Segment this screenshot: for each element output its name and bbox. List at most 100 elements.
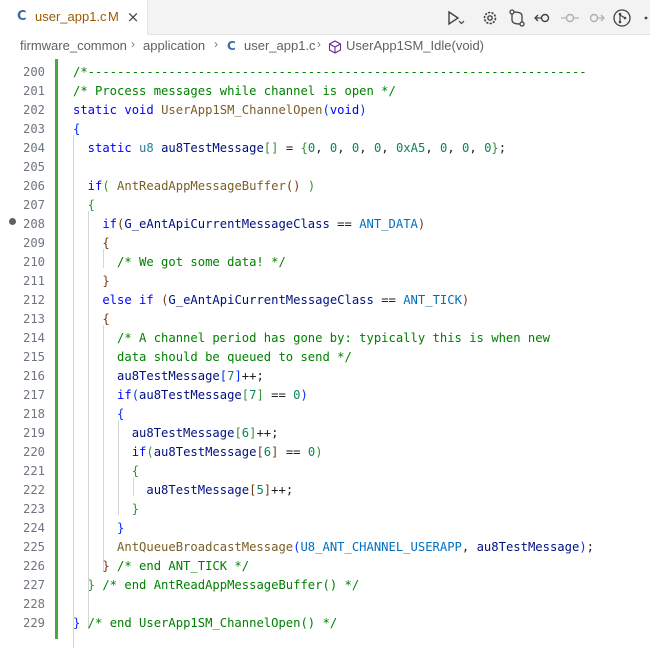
code-line[interactable]: 225 AntQueueBroadcastMessage(U8_ANT_CHAN… (0, 538, 650, 557)
code-token: au8TestMessage (73, 369, 220, 383)
code-token: au8TestMessage (73, 426, 235, 440)
modified-indicator: M (108, 9, 119, 24)
code-line[interactable]: 228 (0, 595, 650, 614)
code-line[interactable]: 227 } /* end AntReadAppMessageBuffer() *… (0, 576, 650, 595)
line-number: 215 (22, 350, 45, 364)
code-token: , (425, 141, 441, 155)
code-token: 0xA5 (395, 141, 426, 155)
code-token: } (73, 559, 110, 573)
line-number: 226 (22, 559, 45, 573)
breadcrumb-item-file[interactable]: user_app1.c (244, 38, 316, 53)
code-token: void (329, 103, 360, 117)
code-token: ] (256, 388, 264, 402)
code-line[interactable]: 223 } (0, 500, 650, 519)
code-token: ANT_TICK (403, 293, 462, 307)
code-text: { (73, 407, 124, 421)
code-line[interactable]: 210 /* We got some data! */ (0, 253, 650, 272)
code-token: if (73, 388, 132, 402)
code-token: ) (461, 293, 470, 307)
tab-user-app1-c[interactable]: C user_app1.c M × (0, 0, 148, 35)
code-token: ( (322, 103, 330, 117)
line-number: 214 (22, 331, 45, 345)
code-line[interactable]: 208 if(G_eAntApiCurrentMessageClass == A… (0, 215, 650, 234)
go-forward-icon[interactable] (586, 8, 606, 28)
code-token: G_eAntApiCurrentMessageClass (168, 293, 374, 307)
code-text: } (73, 521, 124, 535)
code-line[interactable]: 221 { (0, 462, 650, 481)
line-number: 209 (22, 236, 45, 250)
code-line[interactable]: 206 if( AntReadAppMessageBuffer() ) (0, 177, 650, 196)
code-token: [ (219, 369, 228, 383)
code-token: void (124, 103, 162, 117)
go-back-icon[interactable] (533, 8, 553, 28)
code-text: /* Process messages while channel is ope… (73, 84, 396, 98)
line-number: 221 (22, 464, 45, 478)
line-number: 229 (22, 616, 45, 630)
line-number: 210 (22, 255, 45, 269)
code-token: ++; (256, 426, 279, 440)
code-line[interactable]: 200 /*-----------------------------------… (0, 63, 650, 82)
line-number: 220 (22, 445, 45, 459)
code-token: } (73, 578, 96, 592)
code-text: au8TestMessage[6]++; (73, 426, 279, 440)
line-number: 223 (22, 502, 45, 516)
code-line[interactable]: 217 if(au8TestMessage[7] == 0) (0, 386, 650, 405)
source-control-icon[interactable] (507, 8, 527, 28)
code-text: /* A channel period has gone by: typical… (73, 331, 550, 345)
code-token: , (469, 141, 485, 155)
code-line[interactable]: 222 au8TestMessage[5]++; (0, 481, 650, 500)
code-line[interactable]: 201 /* Process messages while channel is … (0, 82, 650, 101)
line-number: 202 (22, 103, 45, 117)
code-token: == (278, 445, 308, 459)
breadcrumb: firmware_common › application › C user_a… (0, 35, 650, 59)
line-number: 212 (22, 293, 45, 307)
code-line[interactable]: 220 if(au8TestMessage[6] == 0) (0, 443, 650, 462)
code-line[interactable]: 218 { (0, 405, 650, 424)
code-line[interactable]: 229} /* end UserApp1SM_ChannelOpen() */ (0, 614, 650, 633)
code-line[interactable]: 203 { (0, 120, 650, 139)
line-number: 205 (22, 160, 45, 174)
close-icon[interactable]: × (125, 8, 141, 26)
code-line[interactable]: 226 } /* end ANT_TICK */ (0, 557, 650, 576)
code-line[interactable]: 202 static void UserApp1SM_ChannelOpen(vo… (0, 101, 650, 120)
code-token: } (491, 141, 499, 155)
code-token: data should be queued to send */ (73, 350, 352, 364)
code-token: au8TestMessage (161, 141, 264, 155)
code-text: } (73, 502, 139, 516)
code-line[interactable]: 216 au8TestMessage[7]++; (0, 367, 650, 386)
line-number: 217 (22, 388, 45, 402)
code-line[interactable]: 211 } (0, 272, 650, 291)
code-token: == (263, 388, 294, 402)
code-line[interactable]: 213 { (0, 310, 650, 329)
code-token: G_eAntApiCurrentMessageClass (124, 217, 330, 231)
go-circle-icon[interactable] (560, 8, 580, 28)
line-number: 206 (22, 179, 45, 193)
chevron-right-icon: › (214, 37, 218, 51)
code-text: if(au8TestMessage[6] == 0) (73, 445, 323, 459)
code-token: UserApp1SM_ChannelOpen (161, 103, 323, 117)
breadcrumb-item-firmware-common[interactable]: firmware_common (20, 38, 127, 53)
code-line[interactable]: 219 au8TestMessage[6]++; (0, 424, 650, 443)
code-token: ) (300, 388, 308, 402)
code-line[interactable]: 214 /* A channel period has gone by: typ… (0, 329, 650, 348)
code-line[interactable]: 209 { (0, 234, 650, 253)
more-actions-icon[interactable] (640, 8, 650, 28)
code-line[interactable]: 215 data should be queued to send */ (0, 348, 650, 367)
code-text: AntQueueBroadcastMessage(U8_ANT_CHANNEL_… (73, 540, 594, 554)
code-line[interactable]: 207 { (0, 196, 650, 215)
settings-gear-icon[interactable] (480, 8, 500, 28)
code-line[interactable]: 205 (0, 158, 650, 177)
code-line[interactable]: 212 else if (G_eAntApiCurrentMessageClas… (0, 291, 650, 310)
code-line[interactable]: 224 } (0, 519, 650, 538)
code-token: if (73, 179, 103, 193)
editor-tab-bar: C user_app1.c M × (0, 0, 650, 35)
breadcrumb-item-symbol[interactable]: UserApp1SM_Idle(void) (346, 38, 484, 53)
code-token: [] (263, 141, 279, 155)
run-debug-icon[interactable] (445, 8, 465, 28)
merge-icon[interactable] (612, 8, 632, 28)
breadcrumb-item-application[interactable]: application (143, 38, 205, 53)
code-line[interactable]: 204 static u8 au8TestMessage[] = {0, 0, … (0, 139, 650, 158)
code-text: if(au8TestMessage[7] == 0) (73, 388, 308, 402)
code-editor[interactable]: 200 /*-----------------------------------… (0, 59, 650, 648)
code-token: () (285, 179, 301, 193)
